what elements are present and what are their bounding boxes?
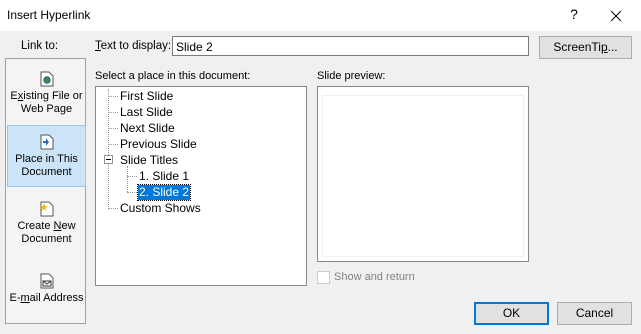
sidebar-item-label: ew <box>61 220 76 232</box>
ok-button[interactable]: OK <box>474 302 549 325</box>
tree-guide-line <box>108 128 118 129</box>
sidebar-item-label: Place in This <box>15 153 78 165</box>
tree-item-last-slide[interactable]: Last Slide <box>119 105 174 120</box>
sidebar-item-label: Document <box>21 166 72 178</box>
title-bar: Insert Hyperlink ? <box>0 0 641 31</box>
sidebar-item-label: Document <box>21 233 72 245</box>
tree-guide-line <box>108 112 118 113</box>
tree-guide-line <box>108 144 118 145</box>
sidebar-item-label: ail Address <box>29 292 84 304</box>
sidebar-item-label: Create <box>17 220 54 232</box>
select-place-label: Select a place in this document: <box>95 70 251 82</box>
tree-item-custom-shows[interactable]: Custom Shows <box>119 201 202 216</box>
tree-collapse-toggle[interactable] <box>104 155 113 164</box>
sidebar-item-existing-file[interactable]: Existing File or Web Page <box>7 67 86 119</box>
slide-preview-canvas <box>322 95 524 257</box>
cancel-button[interactable]: Cancel <box>557 302 632 325</box>
link-to-label: Link to: <box>21 40 59 52</box>
tree-guide-line <box>127 192 137 193</box>
sidebar-item-label: E <box>10 90 18 102</box>
tree-guide-line <box>108 208 118 209</box>
show-and-return-label: Show and return <box>334 271 415 283</box>
help-button[interactable]: ? <box>567 6 581 22</box>
text-to-display-label-text: ext to display: <box>100 40 172 52</box>
slide-preview-pane <box>317 86 529 262</box>
close-icon <box>610 10 622 22</box>
tree-guide-line <box>127 176 137 177</box>
text-to-display-input[interactable]: Slide 2 <box>172 36 529 56</box>
place-in-document-icon <box>40 134 54 150</box>
screentip-label: ... <box>607 40 618 54</box>
window-title: Insert Hyperlink <box>7 8 91 22</box>
email-address-icon <box>40 273 54 289</box>
screentip-button[interactable]: ScreenTip... <box>539 36 632 59</box>
sidebar-item-email-address[interactable]: E-mail Address <box>7 269 86 309</box>
tree-item-next-slide[interactable]: Next Slide <box>119 121 176 136</box>
tree-item-slide-1[interactable]: 1. Slide 1 <box>138 169 190 184</box>
sidebar-item-label: m <box>20 292 30 304</box>
tree-item-previous-slide[interactable]: Previous Slide <box>119 137 198 152</box>
screentip-label: ScreenTi <box>553 40 601 54</box>
sidebar-item-create-new-document[interactable]: Create New Document <box>7 197 86 249</box>
close-button[interactable] <box>604 6 628 26</box>
slide-preview-label: Slide preview: <box>317 70 386 82</box>
tree-item-slide-titles[interactable]: Slide Titles <box>119 153 179 168</box>
sidebar-item-label: Web Page <box>20 103 73 115</box>
tree-guide-line <box>127 166 128 192</box>
screentip-label: p <box>600 40 608 54</box>
tree-guide-line <box>108 89 109 207</box>
sidebar-item-place-in-document[interactable]: Place in This Document <box>7 125 86 187</box>
show-and-return-checkbox[interactable] <box>317 271 330 284</box>
tree-guide-line <box>108 96 118 97</box>
sidebar-item-label: isting File or <box>23 90 83 102</box>
place-tree[interactable]: First Slide Last Slide Next Slide Previo… <box>95 86 307 286</box>
tree-item-first-slide[interactable]: First Slide <box>119 89 174 104</box>
text-to-display-label: Text to display: <box>95 40 171 52</box>
tree-item-slide-2[interactable]: 2. Slide 2 <box>136 184 192 201</box>
sidebar-item-label: E- <box>9 292 21 304</box>
link-to-sidebar: Existing File or Web Page Place in This … <box>5 58 86 324</box>
create-new-document-icon <box>39 201 54 217</box>
existing-file-icon <box>40 71 54 87</box>
